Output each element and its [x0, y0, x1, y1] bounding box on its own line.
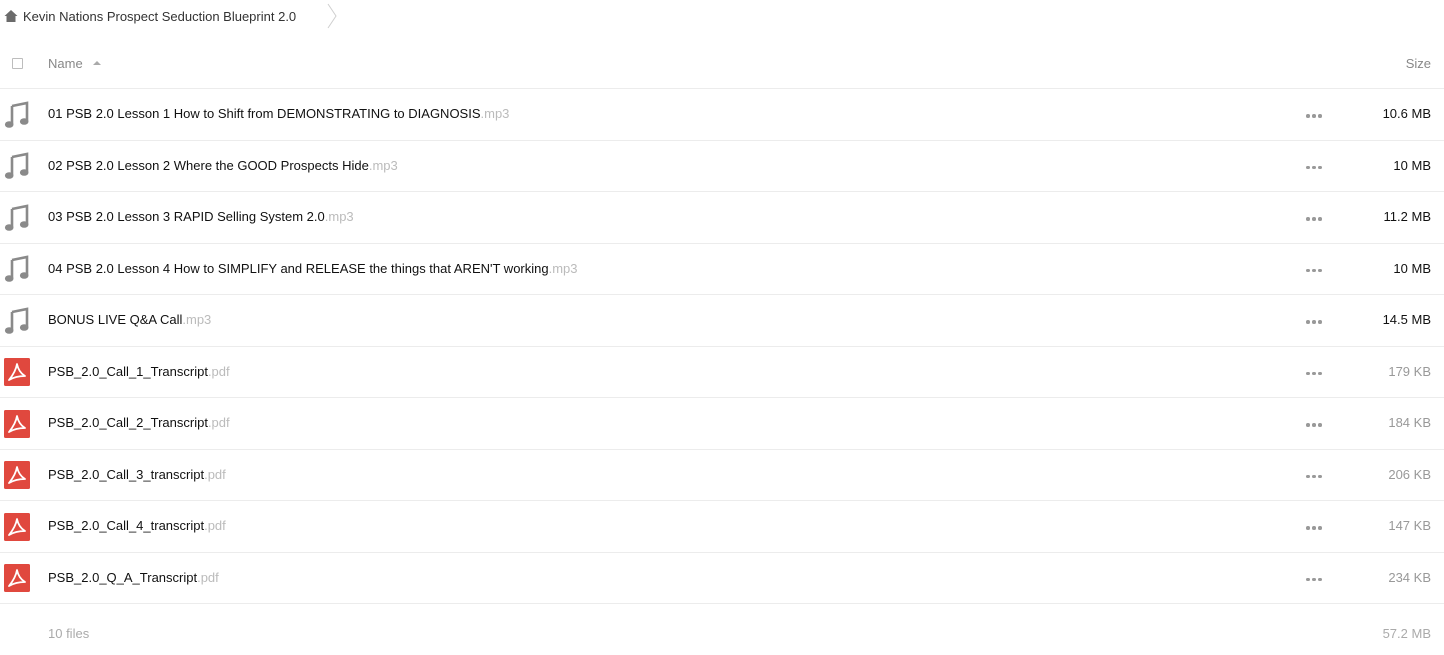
pdf-icon	[4, 409, 30, 438]
file-extension: .pdf	[207, 363, 230, 379]
more-options-icon[interactable]	[1306, 320, 1322, 324]
more-options-icon[interactable]	[1306, 165, 1322, 170]
file-name[interactable]: PSB_2.0_Call_3_transcript.pdf	[48, 467, 226, 482]
music-note-icon	[4, 307, 30, 335]
file-extension: .pdf	[197, 569, 219, 585]
file-size: 206 KB	[1388, 466, 1431, 482]
file-name-base: BONUS LIVE Q&A Call	[48, 312, 183, 327]
more-options-icon[interactable]	[1306, 371, 1322, 376]
file-row[interactable]: 04 PSB 2.0 Lesson 4 How to SIMPLIFY and …	[0, 244, 1444, 295]
file-row[interactable]: PSB_2.0_Call_1_Transcript.pdf 179 KB	[0, 347, 1444, 398]
home-icon[interactable]	[4, 9, 18, 23]
more-options-icon[interactable]	[1306, 577, 1322, 582]
more-options-icon[interactable]	[1306, 114, 1322, 118]
more-options-icon[interactable]	[1306, 423, 1322, 427]
file-name-base: PSB_2.0_Call_3_transcript	[48, 466, 205, 482]
file-count: 10 files	[48, 626, 90, 641]
file-extension: .mp3	[480, 106, 510, 121]
file-name[interactable]: BONUS LIVE Q&A Call.mp3	[48, 312, 211, 327]
file-size: 10.6 MB	[1382, 106, 1431, 121]
music-note-icon	[4, 255, 30, 283]
file-row[interactable]: 03 PSB 2.0 Lesson 3 RAPID Selling System…	[0, 192, 1444, 244]
music-note-icon	[4, 152, 30, 180]
breadcrumb-folder-title[interactable]: Kevin Nations Prospect Seduction Bluepri…	[23, 9, 296, 24]
sort-ascending-icon[interactable]	[93, 61, 101, 65]
more-options-icon[interactable]	[1306, 526, 1322, 530]
file-name[interactable]: 02 PSB 2.0 Lesson 2 Where the GOOD Prosp…	[48, 158, 398, 173]
file-name[interactable]: 04 PSB 2.0 Lesson 4 How to SIMPLIFY and …	[48, 261, 578, 276]
pdf-icon	[4, 512, 30, 541]
file-size: 10 MB	[1393, 260, 1431, 276]
name-column-header[interactable]: Name	[48, 56, 83, 71]
file-name-base: 01 PSB 2.0 Lesson 1 How to Shift from DE…	[48, 106, 481, 121]
file-size: 10 MB	[1393, 157, 1431, 173]
file-size: 184 KB	[1388, 415, 1431, 430]
file-extension: .pdf	[204, 466, 226, 482]
music-note-icon	[4, 101, 30, 129]
file-list-header: Name Size	[0, 37, 1444, 89]
file-name[interactable]: 03 PSB 2.0 Lesson 3 RAPID Selling System…	[48, 209, 354, 224]
file-extension: .pdf	[204, 518, 226, 533]
total-size: 57.2 MB	[1382, 626, 1431, 641]
file-name-base: PSB_2.0_Call_2_Transcript	[48, 415, 208, 430]
breadcrumb: Kevin Nations Prospect Seduction Bluepri…	[0, 0, 1444, 33]
file-name-base: PSB_2.0_Q_A_Transcript	[48, 569, 198, 585]
more-options-icon[interactable]	[1306, 268, 1322, 273]
file-name-base: 03 PSB 2.0 Lesson 3 RAPID Selling System…	[48, 209, 325, 224]
file-size: 179 KB	[1388, 363, 1431, 379]
file-name[interactable]: PSB_2.0_Call_4_transcript.pdf	[48, 518, 226, 533]
file-name-base: 04 PSB 2.0 Lesson 4 How to SIMPLIFY and …	[48, 260, 549, 276]
file-extension: .mp3	[324, 209, 354, 224]
file-size: 234 KB	[1388, 569, 1431, 585]
size-column-header[interactable]: Size	[1406, 56, 1431, 71]
file-size: 14.5 MB	[1382, 312, 1431, 327]
file-name[interactable]: 01 PSB 2.0 Lesson 1 How to Shift from DE…	[48, 106, 509, 121]
file-name-base: 02 PSB 2.0 Lesson 2 Where the GOOD Prosp…	[48, 157, 369, 173]
more-options-icon[interactable]	[1306, 217, 1322, 221]
file-extension: .pdf	[207, 415, 230, 430]
file-size: 11.2 MB	[1383, 209, 1431, 224]
pdf-icon	[4, 358, 30, 387]
select-all-checkbox[interactable]	[12, 58, 23, 69]
file-name-base: PSB_2.0_Call_4_transcript	[48, 518, 205, 533]
file-row[interactable]: PSB_2.0_Call_2_Transcript.pdf 184 KB	[0, 398, 1444, 450]
file-extension: .mp3	[182, 312, 212, 327]
file-size: 147 KB	[1388, 518, 1431, 533]
file-row[interactable]: 01 PSB 2.0 Lesson 1 How to Shift from DE…	[0, 89, 1444, 141]
file-row[interactable]: PSB_2.0_Call_3_transcript.pdf 206 KB	[0, 450, 1444, 501]
file-row[interactable]: 02 PSB 2.0 Lesson 2 Where the GOOD Prosp…	[0, 141, 1444, 192]
pdf-icon	[4, 564, 30, 593]
file-name[interactable]: PSB_2.0_Q_A_Transcript.pdf	[48, 570, 219, 585]
file-name[interactable]: PSB_2.0_Call_2_Transcript.pdf	[48, 415, 230, 430]
more-options-icon[interactable]	[1306, 474, 1322, 479]
file-row[interactable]: BONUS LIVE Q&A Call.mp3 14.5 MB	[0, 295, 1444, 347]
file-row[interactable]: PSB_2.0_Call_4_transcript.pdf 147 KB	[0, 501, 1444, 553]
file-name-base: PSB_2.0_Call_1_Transcript	[48, 363, 208, 379]
file-extension: .mp3	[548, 260, 578, 276]
breadcrumb-chevron-icon	[327, 3, 337, 29]
file-name[interactable]: PSB_2.0_Call_1_Transcript.pdf	[48, 364, 230, 379]
pdf-icon	[4, 461, 30, 490]
music-note-icon	[4, 204, 30, 232]
file-row[interactable]: PSB_2.0_Q_A_Transcript.pdf 234 KB	[0, 553, 1444, 604]
file-extension: .mp3	[368, 157, 398, 173]
